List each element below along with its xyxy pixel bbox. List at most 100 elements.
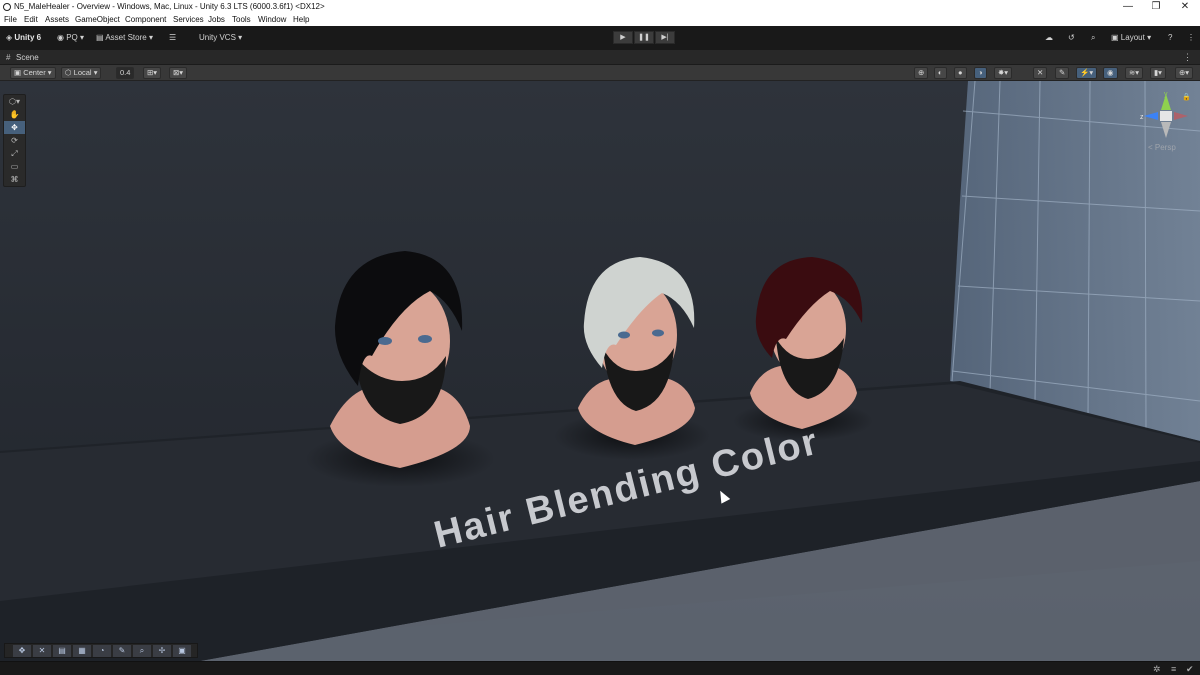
gizmo-global-icon[interactable]: ⊕: [914, 67, 929, 79]
more-options-icon[interactable]: ⋮: [1187, 32, 1195, 44]
scene-grid-icon: #: [6, 53, 11, 62]
bug-icon[interactable]: ✲: [1153, 664, 1161, 675]
account-label: PQ: [66, 33, 78, 42]
asset-store-label: Asset Store: [105, 33, 147, 42]
audio-toggle-icon[interactable]: ⚡▾: [1076, 67, 1098, 79]
increment-snap-dropdown[interactable]: ⊠▾: [169, 67, 188, 79]
layers-icon[interactable]: ▤: [53, 645, 71, 657]
database-icon[interactable]: ≡: [1171, 664, 1176, 674]
layout-dropdown[interactable]: ▣ Layout ▾: [1111, 32, 1151, 44]
tab-scene[interactable]: Scene: [16, 53, 39, 62]
projection-toggle[interactable]: < Persp: [1148, 143, 1176, 152]
cloud-icon[interactable]: ☁: [1045, 32, 1053, 44]
view-options-icon[interactable]: ⬡▾: [4, 95, 25, 108]
hand-tool-icon[interactable]: ✋: [4, 108, 25, 121]
window-title: N5_MaleHealer - Overview - Windows, Mac,…: [14, 2, 325, 11]
scene-toolbar: ▣ Center ▾ ⬡ Local ▾ 0.4 ⊞▾ ⊠▾ ⊕ ◐ ● ◑ ✸…: [0, 65, 1200, 81]
zoom-icon[interactable]: ⌕: [133, 645, 151, 657]
maximize-button[interactable]: ❐: [1141, 0, 1171, 14]
search-icon[interactable]: ⌕: [1091, 32, 1095, 44]
package-icon[interactable]: ☰: [169, 32, 176, 44]
snap-value-field[interactable]: 0.4: [116, 67, 135, 79]
transform-tool-icon[interactable]: ⌘: [4, 173, 25, 186]
tab-menu-icon[interactable]: ⋮: [1183, 52, 1192, 63]
lock-icon[interactable]: 🔒: [1182, 93, 1191, 101]
unity-app-icon: [3, 3, 11, 11]
local-space-icon: ⬡: [65, 68, 72, 77]
menu-edit[interactable]: Edit: [24, 15, 38, 24]
minimize-button[interactable]: —: [1113, 0, 1143, 14]
asset-store-dropdown[interactable]: ▤ Asset Store ▾: [96, 32, 153, 44]
scene-viewport[interactable]: Hair Blending Color y z 🔒 < Persp: [0, 81, 1200, 661]
render-mode-dropdown[interactable]: ✸▾: [994, 67, 1013, 79]
grid-snap-dropdown[interactable]: ⊞▾: [143, 67, 162, 79]
2d-toggle-icon[interactable]: ✕: [1033, 67, 1048, 79]
head-model-black-hair[interactable]: [320, 246, 485, 471]
history-icon[interactable]: ↺: [1068, 32, 1075, 44]
step-button[interactable]: ▶|: [655, 31, 675, 44]
layout-icon: ▣: [1111, 33, 1119, 42]
grid-icon[interactable]: ▦: [73, 645, 91, 657]
space-dropdown[interactable]: ⬡ Local ▾: [61, 67, 102, 79]
help-button[interactable]: ?: [1168, 32, 1172, 44]
visibility-icon[interactable]: ◉: [1103, 67, 1118, 79]
menu-file[interactable]: File: [4, 15, 17, 24]
unity-logo-icon: ◈: [6, 33, 13, 42]
pause-button[interactable]: ❚❚: [634, 31, 654, 44]
lighting-toggle-icon[interactable]: ✎: [1055, 67, 1070, 79]
pivot-label: Center: [23, 68, 46, 77]
menu-gameobject[interactable]: GameObject: [75, 15, 120, 24]
menu-bar: File Edit Assets GameObject Component Se…: [0, 14, 1200, 26]
chevron-down-icon: ▾: [1147, 33, 1152, 42]
pan-icon[interactable]: ✢: [153, 645, 171, 657]
paint-icon[interactable]: ✎: [113, 645, 131, 657]
window-titlebar: N5_MaleHealer - Overview - Windows, Mac,…: [0, 0, 1200, 14]
axis-z-label: z: [1140, 114, 1144, 121]
wireframe-icon[interactable]: ◐: [934, 67, 947, 79]
main-toolbar: ◈ Unity 6 ◉ PQ ▾ ▤ Asset Store ▾ ☰ Unity…: [0, 26, 1200, 50]
orbit-icon[interactable]: ◔: [93, 645, 111, 657]
layout-label: Layout: [1120, 33, 1145, 42]
menu-jobs[interactable]: Jobs: [208, 15, 225, 24]
chevron-down-icon: ▾: [47, 68, 52, 77]
tools-overlay: ⬡▾ ✋ ✥ ⟳ ⤢ ▭ ⌘: [3, 94, 26, 187]
lit-mode-icon[interactable]: ◑: [974, 67, 987, 79]
account-dropdown[interactable]: ◉ PQ ▾: [57, 32, 84, 44]
terrain-icon[interactable]: ✕: [33, 645, 51, 657]
vcs-dropdown[interactable]: Unity VCS ▾: [199, 32, 242, 44]
pivot-dropdown[interactable]: ▣ Center ▾: [10, 67, 56, 79]
unity-account-button[interactable]: ◈ Unity 6: [6, 32, 41, 44]
menu-tools[interactable]: Tools: [232, 15, 251, 24]
status-bar: ✲ ≡ ✔: [0, 661, 1200, 675]
space-label: Local: [73, 68, 92, 77]
head-model-red-hair[interactable]: [742, 253, 872, 433]
chevron-down-icon: ▾: [238, 33, 243, 42]
bottom-tools-overlay: ✥ ✕ ▤ ▦ ◔ ✎ ⌕ ✢ ▣: [4, 643, 198, 658]
move-tool-icon[interactable]: ✥: [4, 121, 25, 134]
menu-assets[interactable]: Assets: [45, 15, 69, 24]
menu-window[interactable]: Window: [258, 15, 286, 24]
head-model-white-hair[interactable]: [570, 253, 705, 448]
rect-tool-icon[interactable]: ▭: [4, 160, 25, 173]
check-circle-icon[interactable]: ✔: [1186, 664, 1194, 675]
gizmos-dropdown[interactable]: ⊕▾: [1175, 67, 1194, 79]
scale-tool-icon[interactable]: ⤢: [4, 147, 25, 160]
chevron-down-icon: ▾: [148, 33, 153, 42]
menu-services[interactable]: Services: [173, 15, 204, 24]
close-button[interactable]: ✕: [1170, 0, 1200, 14]
user-icon: ◉: [57, 33, 64, 42]
unity-label: Unity 6: [14, 33, 42, 42]
shaded-icon[interactable]: ●: [954, 67, 967, 79]
chevron-down-icon: ▾: [93, 68, 98, 77]
menu-component[interactable]: Component: [125, 15, 166, 24]
effects-dropdown[interactable]: ≋▾: [1125, 67, 1144, 79]
camera-icon[interactable]: ▣: [173, 645, 191, 657]
menu-help[interactable]: Help: [293, 15, 309, 24]
rotate-tool-icon[interactable]: ⟳: [4, 134, 25, 147]
store-icon: ▤: [96, 33, 104, 42]
move-grid-icon[interactable]: ✥: [13, 645, 31, 657]
scene-tab-bar: # Scene ⋮: [0, 50, 1200, 65]
play-button[interactable]: ▶: [613, 31, 633, 44]
camera-dropdown[interactable]: ▮▾: [1150, 67, 1166, 79]
axis-y-label: y: [1164, 91, 1168, 98]
